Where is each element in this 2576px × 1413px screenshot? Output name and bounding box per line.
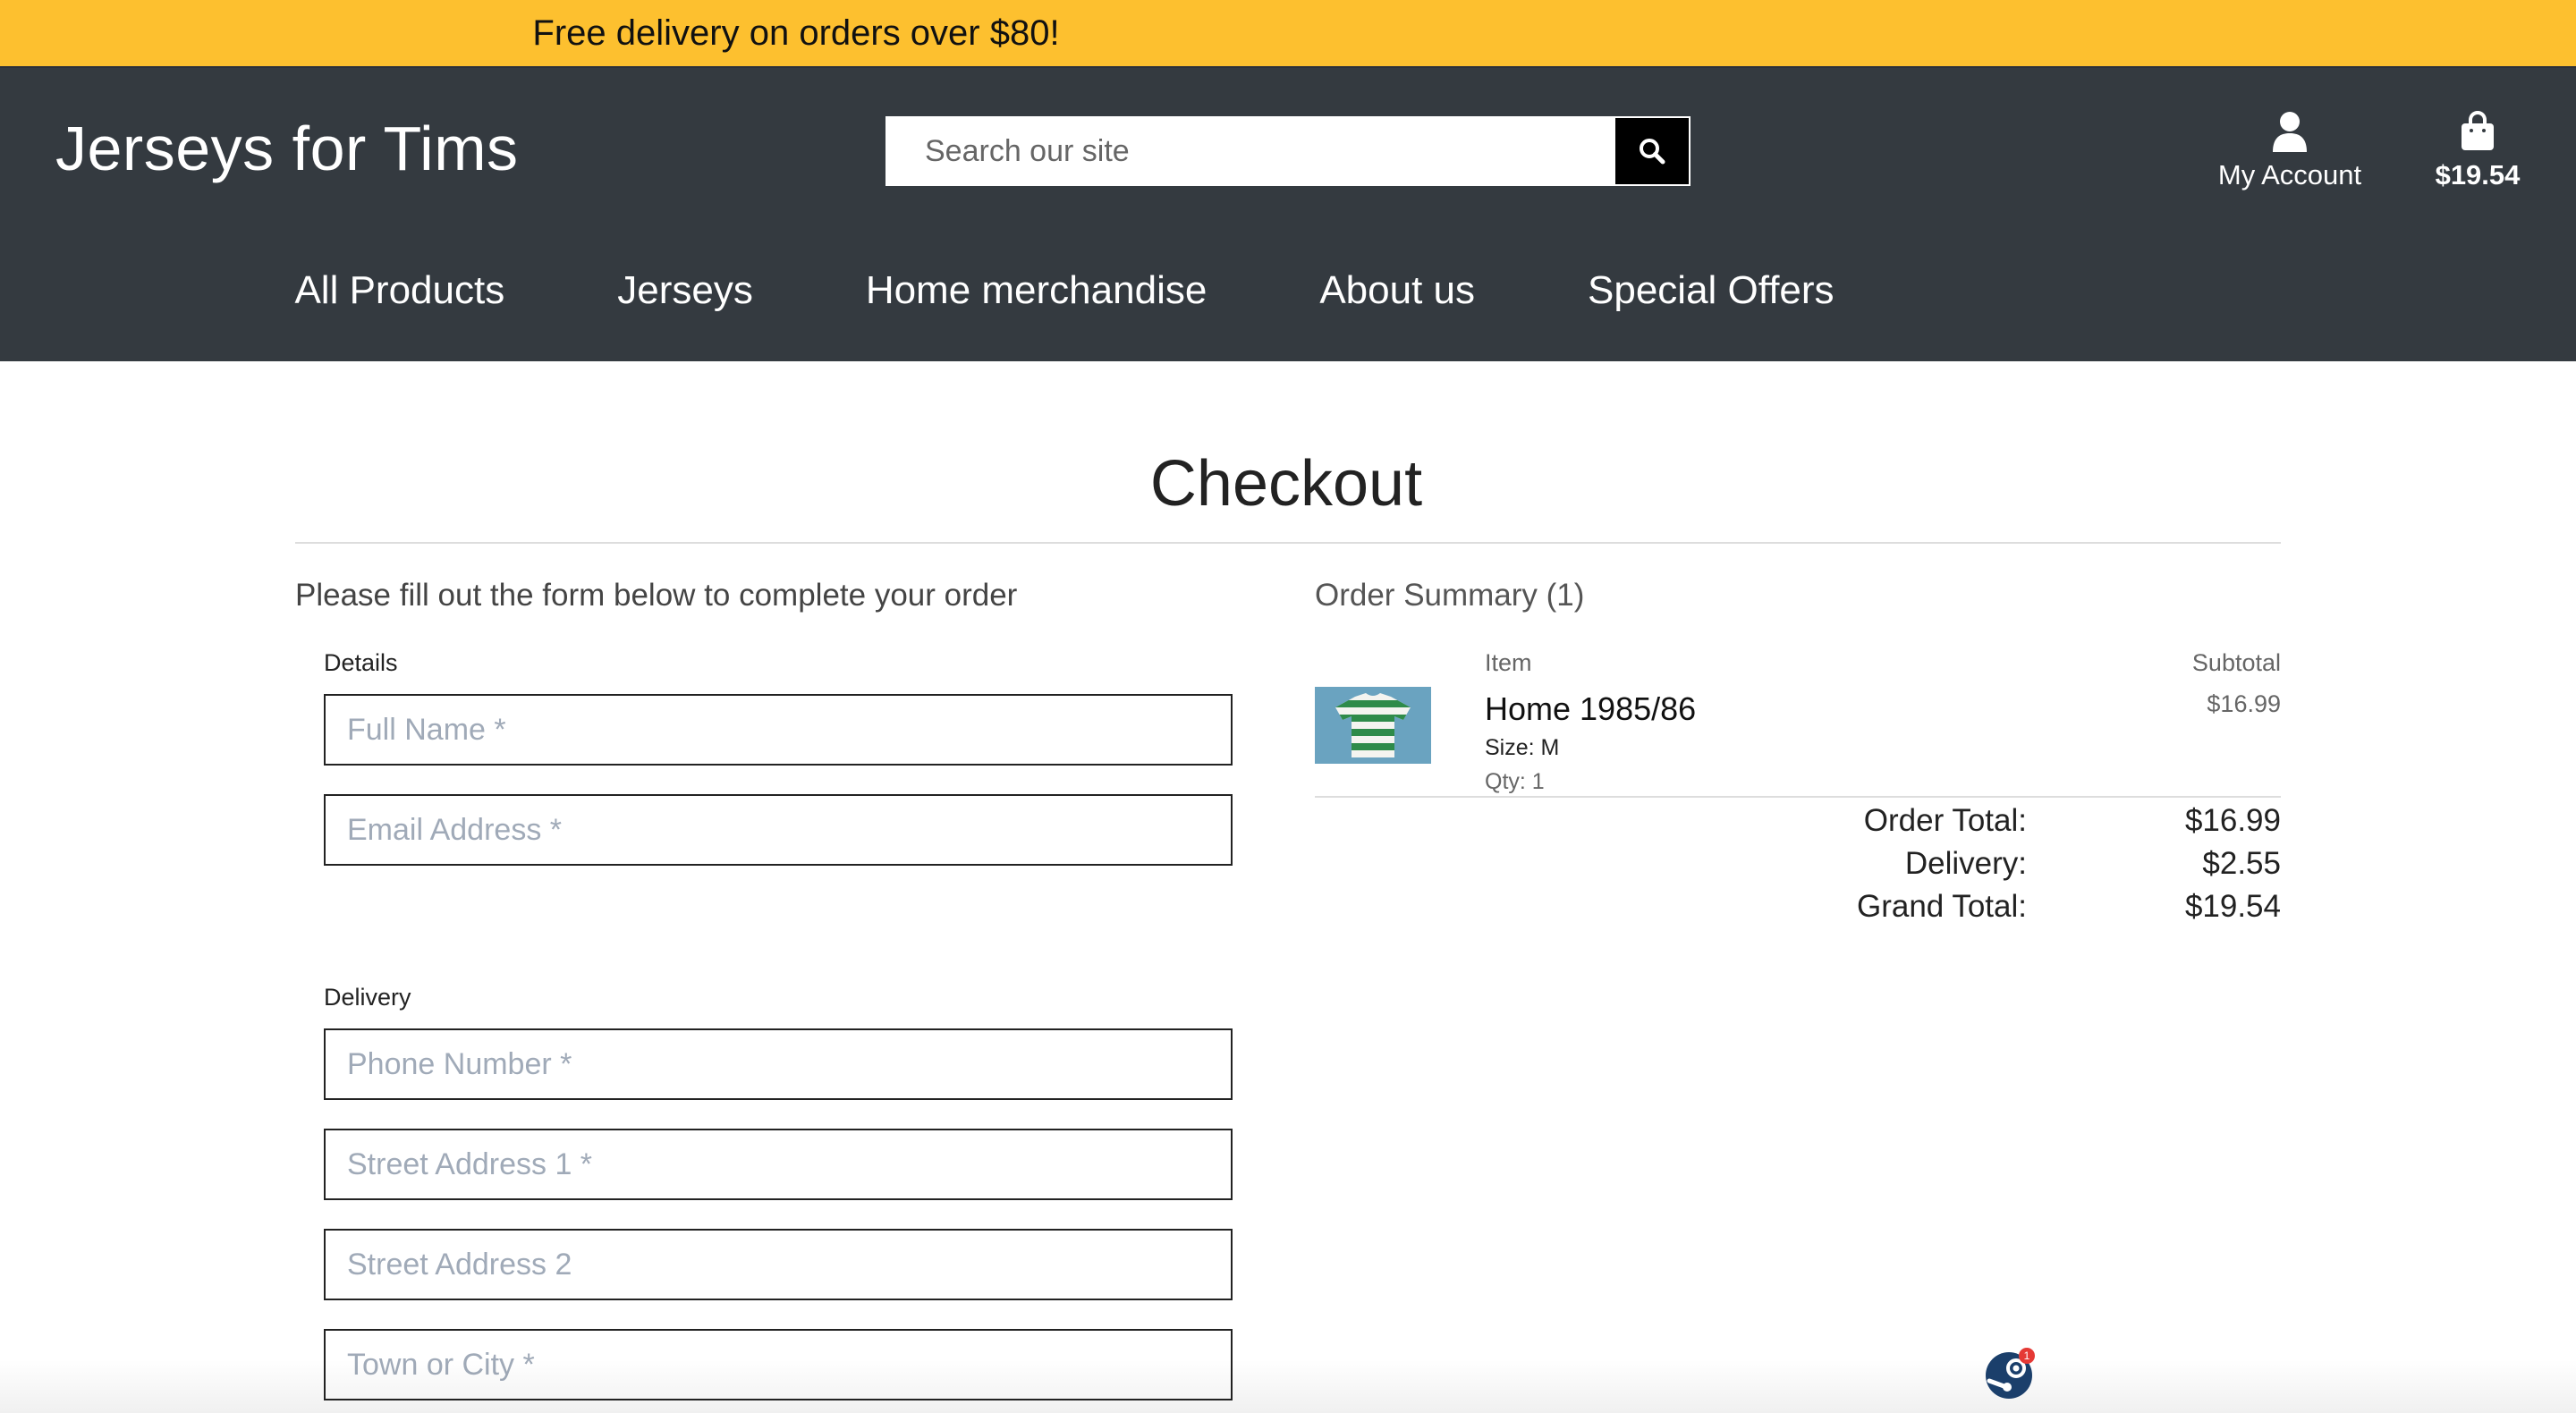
item-qty: Qty: 1 bbox=[1485, 769, 1545, 794]
site-header: Jerseys for Tims My Account $19.54 All P… bbox=[0, 68, 2576, 361]
page-title-text: Checkout bbox=[1149, 448, 1423, 520]
email-field[interactable] bbox=[324, 794, 1233, 866]
nav-about-us[interactable]: About us bbox=[1319, 268, 1475, 313]
town-city-field[interactable] bbox=[324, 1329, 1233, 1400]
search-bar bbox=[886, 116, 1690, 186]
nav-special-offers[interactable]: Special Offers bbox=[1588, 268, 1835, 313]
search-input[interactable] bbox=[887, 118, 1615, 184]
notification-badge: 1 bbox=[2024, 1350, 2030, 1362]
user-icon bbox=[2273, 112, 2307, 152]
order-total-value: $16.99 bbox=[2184, 803, 2281, 838]
item-name: Home 1985/86 bbox=[1485, 690, 1697, 727]
phone-field[interactable] bbox=[324, 1028, 1233, 1100]
nav-jerseys[interactable]: Jerseys bbox=[617, 268, 753, 313]
item-column-header: Item bbox=[1485, 649, 1532, 676]
page-title: Checkout bbox=[294, 447, 2280, 520]
grand-total-label: Grand Total: bbox=[1856, 889, 2027, 924]
street-address-1-field[interactable] bbox=[324, 1129, 1233, 1200]
jersey-image bbox=[1335, 693, 1411, 757]
full-name-field[interactable] bbox=[324, 694, 1233, 766]
form-intro: Please fill out the form below to comple… bbox=[295, 578, 1018, 613]
order-total-label: Order Total: bbox=[1863, 803, 2027, 838]
order-summary-title: Order Summary (1) bbox=[1315, 578, 1585, 613]
subtotal-column-header: Subtotal bbox=[2191, 649, 2281, 676]
promo-banner-text: Free delivery on orders over $80! bbox=[532, 13, 1060, 53]
nav-all-products[interactable]: All Products bbox=[294, 268, 504, 313]
delivery-value: $2.55 bbox=[2202, 846, 2281, 881]
cart-total: $19.54 bbox=[2435, 159, 2521, 190]
cart-link[interactable]: $19.54 bbox=[2424, 111, 2531, 191]
main-nav: All Products Jerseys Home merchandise Ab… bbox=[0, 268, 2576, 313]
floating-launcher[interactable]: 1 bbox=[1984, 1347, 2038, 1400]
item-subtotal: $16.99 bbox=[2207, 690, 2281, 717]
street-address-2-field[interactable] bbox=[324, 1229, 1233, 1300]
details-section-label: Details bbox=[324, 649, 398, 676]
my-account-link[interactable]: My Account bbox=[2209, 111, 2370, 191]
promo-banner: Free delivery on orders over $80! bbox=[0, 0, 2576, 68]
search-button[interactable] bbox=[1615, 118, 1689, 184]
summary-divider bbox=[1315, 796, 2281, 798]
shopping-bag-icon bbox=[2462, 111, 2494, 150]
site-logo[interactable]: Jerseys for Tims bbox=[55, 113, 519, 184]
delivery-label: Delivery: bbox=[1904, 846, 2027, 881]
product-thumbnail[interactable] bbox=[1315, 687, 1431, 764]
grand-total-value: $19.54 bbox=[2184, 889, 2281, 924]
my-account-label: My Account bbox=[2217, 159, 2362, 190]
search-icon bbox=[1640, 139, 1665, 165]
nav-home-merchandise[interactable]: Home merchandise bbox=[866, 268, 1208, 313]
steam-icon: 1 bbox=[1986, 1348, 2035, 1399]
item-size: Size: M bbox=[1485, 735, 1560, 760]
title-divider bbox=[295, 542, 2281, 544]
delivery-section-label: Delivery bbox=[324, 984, 411, 1011]
